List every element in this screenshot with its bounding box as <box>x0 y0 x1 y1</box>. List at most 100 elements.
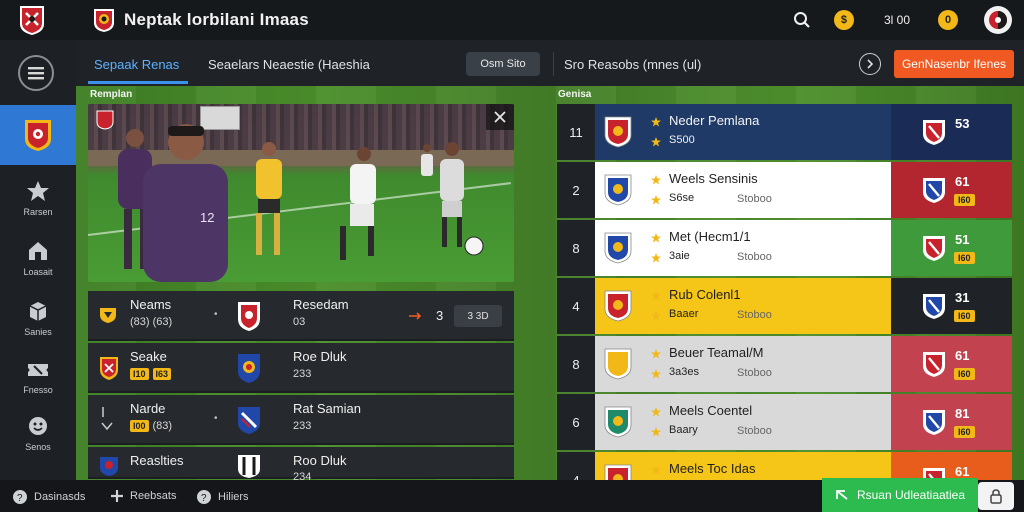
search-button[interactable] <box>790 8 814 32</box>
match-time: 03 <box>293 316 306 328</box>
team-name: Beuer Teamal/M <box>669 345 764 360</box>
app-root: Neptak lorbilani Imaas $ 3l 00 0 Rarsen … <box>0 0 1024 512</box>
rail-item-star[interactable]: Rarsen <box>0 180 76 230</box>
help-circle-icon: ? <box>13 490 27 504</box>
plus-icon <box>111 490 123 502</box>
star-icon <box>651 427 661 437</box>
top-right-controls: $ 3l 00 0 <box>790 5 1012 35</box>
team-sub: Stoboo <box>737 251 772 263</box>
standings-row[interactable]: 4 Rub Colenl1 Baaer Stoboo 31 l60 <box>557 278 1012 334</box>
footer-item-dasinasds[interactable]: ? Dasinasds <box>12 489 85 505</box>
pill-button[interactable]: Osm Sito <box>466 52 540 76</box>
team-name: Meels Coentel <box>669 403 753 418</box>
score-chip: l60 <box>954 426 975 438</box>
rail-item-box[interactable]: Sanies <box>0 300 76 350</box>
star-icon <box>651 369 661 379</box>
standings-row[interactable]: 8 Beuer Teamal/M 3a3es Stoboo 61 l60 <box>557 336 1012 392</box>
rail-label-4: Fnesso <box>23 385 53 395</box>
sub-nav: Sepaak Renas Seaelars Neaestie (Haeshia … <box>76 40 1024 86</box>
team-crest-icon <box>238 302 260 331</box>
live-update-button[interactable]: Rsuan Udleatiaatiea <box>822 478 978 512</box>
match-video-player[interactable]: 12 <box>88 104 514 282</box>
match-name: Reaslties <box>130 453 184 468</box>
chevron-right-icon <box>867 59 874 69</box>
team-logo-cell <box>595 336 641 392</box>
team-logo-cell <box>595 278 641 334</box>
standings-score-cell: 61 l60 <box>891 162 1012 218</box>
team-logo-icon <box>604 232 632 264</box>
star-icon <box>651 407 661 417</box>
standings-main-cell: Rub Colenl1 Baaer Stoboo <box>641 278 891 334</box>
rail-label-1: Rarsen <box>23 207 53 217</box>
bracket-icon <box>101 407 113 431</box>
emblem-icon <box>94 9 114 32</box>
footer-label: Dasinasds <box>34 491 86 503</box>
standings-score-cell: 61 l60 <box>891 336 1012 392</box>
avatar[interactable] <box>984 6 1012 34</box>
standings-row[interactable]: 11 Neder Pemlana S500 53 <box>557 104 1012 160</box>
ticket-icon <box>28 364 48 376</box>
score-chip: l60 <box>954 368 975 380</box>
footer-item-reebsats[interactable]: Reebsats <box>110 489 176 503</box>
match-row[interactable]: Neams (83) (63) • Resedam 03 3 3 3D <box>88 291 514 341</box>
standings-main-cell: Beuer Teamal/M 3a3es Stoboo <box>641 336 891 392</box>
footer-item-hiliers[interactable]: ? Hiliers <box>196 489 249 505</box>
video-close-button[interactable] <box>486 104 514 130</box>
rank-marks <box>651 172 661 212</box>
app-title-group: Neptak lorbilani Imaas <box>92 7 309 33</box>
smile-icon <box>29 417 47 435</box>
club-shield-icon <box>100 457 118 476</box>
standings-row[interactable]: 2 Weels Sensinis S6se Stoboo 61 l60 <box>557 162 1012 218</box>
hamburger-icon <box>28 67 44 80</box>
team-logo-icon <box>604 290 632 322</box>
team-points: S500 <box>669 134 695 146</box>
standings-rank: 8 <box>557 220 595 276</box>
rank-value: 11 <box>569 124 583 140</box>
rank-marks <box>651 114 661 154</box>
rank-value: 6 <box>572 414 580 430</box>
match-team: Roe Dluk <box>293 349 347 364</box>
chevron-right-button[interactable] <box>859 53 881 75</box>
rail-item-ticket[interactable]: Fnesso <box>0 360 76 410</box>
rail-item-active[interactable] <box>0 105 76 165</box>
standings-row[interactable]: 8 Met (Hecm1/1 3aie Stoboo 51 l60 <box>557 220 1012 276</box>
rank-value: 4 <box>572 298 580 314</box>
match-row[interactable]: Seake I10 I63 Roe Dluk 233 <box>88 343 514 393</box>
match-time: 233 <box>293 420 312 432</box>
team-name: Meels Toc Idas <box>669 461 756 476</box>
score-chip: l60 <box>954 310 975 322</box>
video-section-label: Remplan <box>90 89 133 100</box>
match-name: Narde <box>130 401 166 416</box>
team-crest-icon <box>238 354 260 383</box>
menu-button[interactable] <box>18 55 54 91</box>
tab-seaelars[interactable]: Seaelars Neaestie (Haeshia <box>208 57 370 72</box>
wallet-icon[interactable]: 0 <box>938 10 958 30</box>
star-icon <box>651 137 661 147</box>
divider <box>553 52 554 76</box>
team-logo-icon <box>604 348 632 380</box>
standings-main-cell: Met (Hecm1/1 3aie Stoboo <box>641 220 891 276</box>
coin-icon[interactable]: $ <box>833 10 854 30</box>
balance-amount: 3l 00 <box>883 13 910 27</box>
match-row[interactable]: Reaslties Roo Dluk 234 <box>88 447 514 483</box>
tab-sepaak-renas[interactable]: Sepaak Renas <box>94 57 179 72</box>
match-row[interactable]: Narde I00 (83) • Rat Samian 233 <box>88 395 514 445</box>
match-team: Roo Dluk <box>293 453 347 468</box>
rail-label-2: Loasait <box>23 267 53 277</box>
team-points: Baaer <box>669 308 699 320</box>
cta-button[interactable]: GenNasenbr Ifenes <box>894 50 1014 78</box>
odds-button[interactable]: 3 3D <box>454 305 502 327</box>
lock-button[interactable] <box>978 482 1014 510</box>
club-logo-icon[interactable] <box>17 4 47 36</box>
rail-item-house[interactable]: Loasait <box>0 240 76 290</box>
match-tags: I10 I63 <box>130 368 175 380</box>
star-icon <box>651 117 661 127</box>
team-sub: Stoboo <box>737 425 772 437</box>
club-badge-icon <box>923 294 945 319</box>
search-icon <box>793 12 810 28</box>
star-icon <box>651 349 661 359</box>
rail-item-smile[interactable]: Senos <box>0 415 76 465</box>
standings-row[interactable]: 6 Meels Coentel Baary Stoboo 81 l60 <box>557 394 1012 450</box>
team-name: Neder Pemlana <box>669 113 760 128</box>
live-update-label: Rsuan Udleatiaatiea <box>856 488 966 502</box>
